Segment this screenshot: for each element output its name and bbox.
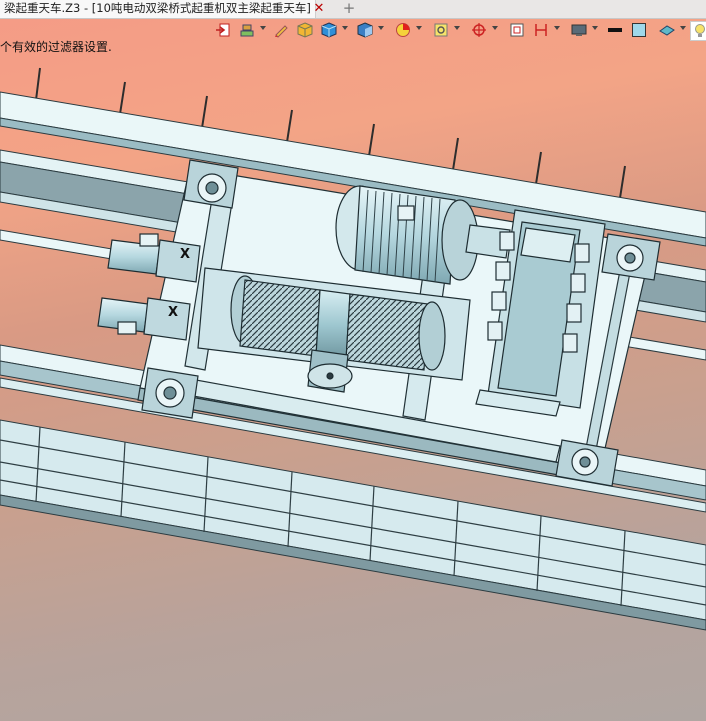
display-icon[interactable]: [570, 21, 588, 39]
document-tab-bar: 梁起重天车.Z3 - [10吨电动双梁桥式起重机双主梁起重天车] ✕ +: [0, 0, 706, 19]
cube-dropdown-arrow[interactable]: [342, 26, 348, 30]
document-tab-title: 梁起重天车.Z3 - [10吨电动双梁桥式起重机双主梁起重天车]: [4, 1, 311, 15]
exit-sketch-icon[interactable]: [214, 21, 232, 39]
model-label-upper: X: [180, 247, 190, 262]
pencil-icon[interactable]: [272, 21, 290, 39]
plane-icon[interactable]: [658, 21, 676, 39]
section-dropdown-arrow[interactable]: [416, 26, 422, 30]
frame-icon[interactable]: [508, 21, 526, 39]
blue-cube-icon[interactable]: [320, 21, 338, 39]
target-icon[interactable]: [470, 21, 488, 39]
line-color-icon[interactable]: [606, 21, 624, 39]
dimension-icon[interactable]: [532, 21, 550, 39]
view-toolbar: [206, 19, 706, 43]
view-dropdown-arrow[interactable]: [378, 26, 384, 30]
fill-color-icon[interactable]: [630, 21, 648, 39]
3d-viewport[interactable]: X X: [0, 0, 706, 721]
lightbulb-icon[interactable]: [690, 21, 706, 41]
display-dropdown-arrow[interactable]: [592, 26, 598, 30]
section-pie-icon[interactable]: [394, 21, 412, 39]
target-dropdown-arrow[interactable]: [492, 26, 498, 30]
dimension-dropdown-arrow[interactable]: [554, 26, 560, 30]
zoom-fit-icon[interactable]: [432, 21, 450, 39]
document-tab[interactable]: 梁起重天车.Z3 - [10吨电动双梁桥式起重机双主梁起重天车]: [0, 0, 316, 18]
layer-dropdown-arrow[interactable]: [260, 26, 266, 30]
crane-trolley-model[interactable]: X X: [0, 0, 706, 721]
close-tab-icon[interactable]: ✕: [311, 0, 327, 18]
zoom-dropdown-arrow[interactable]: [454, 26, 460, 30]
plane-dropdown-arrow[interactable]: [680, 26, 686, 30]
shaded-cube-icon[interactable]: [296, 21, 314, 39]
view-cube-icon[interactable]: [356, 21, 374, 39]
layer-color-icon[interactable]: [238, 21, 256, 39]
model-label-lower: X: [168, 305, 178, 320]
new-tab-icon[interactable]: +: [341, 0, 357, 18]
status-message: 个有效的过滤器设置.: [0, 40, 112, 54]
